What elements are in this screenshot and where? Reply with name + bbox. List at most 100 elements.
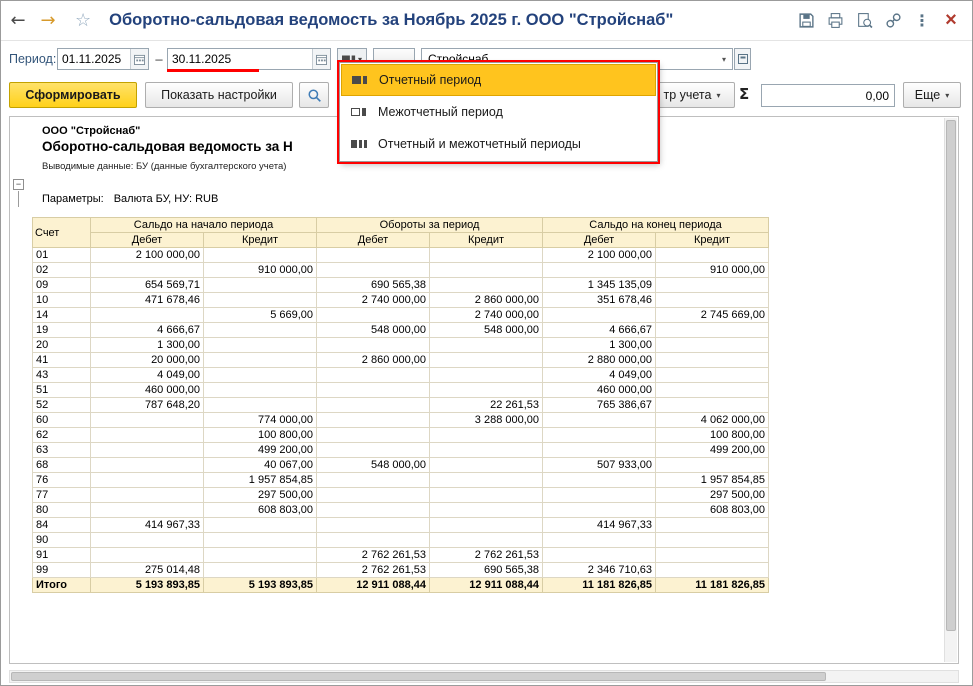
period-menu-item[interactable]: Отчетный и межотчетный периоды <box>341 128 656 160</box>
amount-cell[interactable]: 654 569,71 <box>90 277 204 293</box>
account-cell[interactable]: 90 <box>32 532 91 548</box>
amount-cell[interactable] <box>542 262 657 278</box>
print-preview-icon[interactable] <box>853 10 875 32</box>
more-button[interactable]: Еще ▾ <box>903 82 961 108</box>
amount-cell[interactable]: 414 967,33 <box>90 517 204 533</box>
amount-cell[interactable]: 460 000,00 <box>542 382 657 398</box>
amount-cell[interactable] <box>202 547 318 563</box>
amount-cell[interactable]: 1 957 854,85 <box>655 472 770 488</box>
sum-icon[interactable]: Σ <box>739 85 749 103</box>
horizontal-scrollbar[interactable] <box>9 670 959 683</box>
amount-cell[interactable] <box>429 532 544 548</box>
amount-cell[interactable]: 20 000,00 <box>90 352 204 368</box>
account-cell[interactable]: 52 <box>32 397 91 413</box>
amount-cell[interactable]: 11 181 826,85 <box>542 577 657 593</box>
favorite-star-icon[interactable]: ☆ <box>75 10 91 31</box>
account-cell[interactable]: 19 <box>32 322 91 338</box>
account-cell[interactable]: 41 <box>32 352 91 368</box>
amount-cell[interactable]: 2 100 000,00 <box>90 247 204 263</box>
amount-cell[interactable] <box>655 457 770 473</box>
amount-cell[interactable]: 5 193 893,85 <box>202 577 318 593</box>
amount-cell[interactable]: 100 800,00 <box>202 427 318 443</box>
amount-cell[interactable] <box>90 412 204 428</box>
amount-cell[interactable]: 351 678,46 <box>542 292 657 308</box>
amount-cell[interactable] <box>542 502 657 518</box>
amount-cell[interactable] <box>316 472 431 488</box>
table-row[interactable]: 14 5 669,00 2 740 000,00 2 745 669,00 <box>32 307 770 323</box>
amount-cell[interactable]: 1 957 854,85 <box>202 472 318 488</box>
amount-cell[interactable] <box>542 472 657 488</box>
save-icon[interactable] <box>795 10 817 32</box>
table-row[interactable]: 91 2 762 261,53 2 762 261,53 <box>32 547 770 563</box>
amount-cell[interactable]: 12 911 088,44 <box>429 577 544 593</box>
account-cell[interactable]: 76 <box>32 472 91 488</box>
amount-cell[interactable] <box>316 502 431 518</box>
amount-cell[interactable]: 548 000,00 <box>429 322 544 338</box>
account-cell[interactable]: 91 <box>32 547 91 563</box>
amount-cell[interactable] <box>542 412 657 428</box>
link-icon[interactable] <box>882 10 904 32</box>
more-menu-icon[interactable]: ⋮ <box>911 10 933 32</box>
amount-cell[interactable] <box>316 337 431 353</box>
account-cell[interactable]: 77 <box>32 487 91 503</box>
amount-cell[interactable]: 1 300,00 <box>90 337 204 353</box>
amount-cell[interactable]: 1 345 135,09 <box>542 277 657 293</box>
amount-cell[interactable]: 22 261,53 <box>429 397 544 413</box>
amount-cell[interactable] <box>655 322 770 338</box>
back-button[interactable]: ← <box>5 9 31 33</box>
amount-cell[interactable]: 507 933,00 <box>542 457 657 473</box>
amount-cell[interactable] <box>429 277 544 293</box>
amount-cell[interactable] <box>655 292 770 308</box>
amount-cell[interactable]: 297 500,00 <box>202 487 318 503</box>
table-row[interactable]: 62 100 800,00 100 800,00 <box>32 427 770 443</box>
amount-cell[interactable]: 460 000,00 <box>90 382 204 398</box>
chevron-down-icon[interactable]: ▾ <box>716 55 732 64</box>
table-row[interactable]: 68 40 067,00 548 000,00 507 933,00 <box>32 457 770 473</box>
amount-cell[interactable] <box>316 442 431 458</box>
period-menu-item[interactable]: Межотчетный период <box>341 96 656 128</box>
amount-cell[interactable] <box>429 352 544 368</box>
amount-cell[interactable] <box>316 307 431 323</box>
amount-cell[interactable]: 690 565,38 <box>316 277 431 293</box>
amount-cell[interactable] <box>90 547 204 563</box>
amount-cell[interactable] <box>316 412 431 428</box>
amount-cell[interactable] <box>316 367 431 383</box>
amount-cell[interactable] <box>655 337 770 353</box>
amount-cell[interactable] <box>655 352 770 368</box>
amount-cell[interactable]: 297 500,00 <box>655 487 770 503</box>
show-settings-button[interactable]: Показать настройки <box>145 82 293 108</box>
account-cell[interactable]: 63 <box>32 442 91 458</box>
amount-cell[interactable] <box>90 427 204 443</box>
amount-cell[interactable] <box>429 487 544 503</box>
table-row[interactable]: 80 608 803,00 608 803,00 <box>32 502 770 518</box>
amount-cell[interactable] <box>429 457 544 473</box>
table-row[interactable]: 20 1 300,00 1 300,00 <box>32 337 770 353</box>
amount-cell[interactable] <box>90 442 204 458</box>
amount-cell[interactable] <box>202 532 318 548</box>
amount-cell[interactable] <box>429 337 544 353</box>
amount-cell[interactable]: 4 049,00 <box>90 367 204 383</box>
search-button[interactable] <box>299 82 329 108</box>
amount-cell[interactable] <box>90 502 204 518</box>
amount-cell[interactable] <box>429 382 544 398</box>
amount-cell[interactable] <box>202 382 318 398</box>
table-row[interactable]: 09 654 569,71 690 565,38 1 345 135,09 <box>32 277 770 293</box>
table-row[interactable]: 51 460 000,00 460 000,00 <box>32 382 770 398</box>
date-to-input[interactable] <box>168 49 312 69</box>
table-row[interactable]: 01 2 100 000,00 2 100 000,00 <box>32 247 770 263</box>
amount-cell[interactable] <box>429 247 544 263</box>
amount-cell[interactable] <box>90 472 204 488</box>
amount-cell[interactable]: 2 762 261,53 <box>316 547 431 563</box>
amount-cell[interactable]: 787 648,20 <box>90 397 204 413</box>
amount-cell[interactable]: 765 386,67 <box>542 397 657 413</box>
table-row[interactable]: 76 1 957 854,85 1 957 854,85 <box>32 472 770 488</box>
amount-cell[interactable]: 11 181 826,85 <box>655 577 770 593</box>
generate-button[interactable]: Сформировать <box>9 82 137 108</box>
table-row[interactable]: 90 <box>32 532 770 548</box>
horizontal-scrollbar-thumb[interactable] <box>11 672 827 681</box>
amount-cell[interactable] <box>202 322 318 338</box>
amount-cell[interactable] <box>90 307 204 323</box>
amount-cell[interactable] <box>542 547 657 563</box>
account-cell[interactable]: 99 <box>32 562 91 578</box>
amount-cell[interactable] <box>429 367 544 383</box>
